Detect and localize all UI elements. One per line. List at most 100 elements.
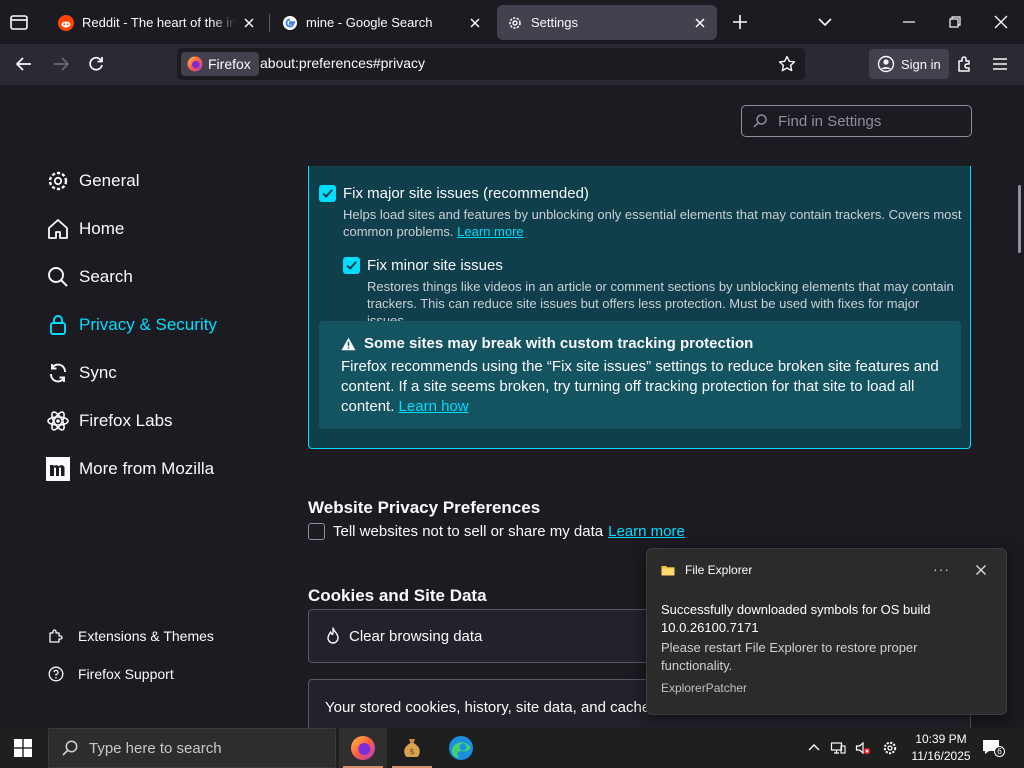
category-more-from-mozilla[interactable]: More from Mozilla xyxy=(46,454,214,484)
help-icon xyxy=(48,666,64,682)
taskbar-firefox[interactable] xyxy=(339,728,387,768)
tab-reddit[interactable]: Reddit - The heart of the internet xyxy=(48,5,266,40)
labs-icon xyxy=(47,411,69,431)
do-not-sell-checkbox[interactable] xyxy=(308,523,325,540)
sidebar-footer-label: Firefox Support xyxy=(78,666,174,682)
checkmark-icon xyxy=(346,261,357,270)
search-icon xyxy=(62,740,78,756)
fix-major-label[interactable]: Fix major site issues (recommended) xyxy=(343,185,589,202)
taskbar-search-input[interactable]: Type here to search xyxy=(48,728,336,768)
firefox-logo-icon xyxy=(187,56,203,72)
search-icon xyxy=(753,114,767,128)
sign-in-button[interactable]: Sign in xyxy=(869,49,949,79)
category-home[interactable]: Home xyxy=(46,214,124,244)
new-tab-icon[interactable] xyxy=(730,12,750,32)
clear-browsing-data-button[interactable]: Clear browsing data xyxy=(325,627,482,645)
gear-icon[interactable] xyxy=(882,740,898,756)
notification-count: 6 xyxy=(994,746,1005,757)
windows-taskbar: Type here to search $ 10:39 PM 11/16/202… xyxy=(0,728,1024,768)
fix-major-desc-text: Helps load sites and features by unblock… xyxy=(343,207,962,239)
category-search[interactable]: Search xyxy=(46,262,133,292)
fix-minor-checkbox[interactable] xyxy=(343,257,360,274)
notification-app-name: File Explorer xyxy=(685,563,753,577)
warning-title: Some sites may break with custom trackin… xyxy=(341,335,753,352)
category-sidebar: General Home Search Privacy & Security S… xyxy=(0,85,270,728)
clear-browsing-data-label: Clear browsing data xyxy=(349,627,483,645)
category-label: Search xyxy=(79,267,133,286)
edge-icon xyxy=(449,736,473,760)
custom-warning-box: Some sites may break with custom trackin… xyxy=(319,321,961,429)
notification-source: ExplorerPatcher xyxy=(661,681,748,695)
url-bar[interactable]: Firefox about:preferences#privacy xyxy=(177,48,805,80)
sidebar-extensions-themes[interactable]: Extensions & Themes xyxy=(48,628,214,644)
fix-major-checkbox[interactable] xyxy=(319,185,336,202)
notification-app-row: File Explorer xyxy=(661,563,752,577)
folder-icon xyxy=(661,566,675,576)
close-window-icon[interactable] xyxy=(991,12,1011,32)
category-label: More from Mozilla xyxy=(79,459,215,478)
firefox-logo-icon xyxy=(351,736,375,760)
fix-major-learn-more-link[interactable]: Learn more xyxy=(457,224,523,239)
notification-detail: Please restart File Explorer to restore … xyxy=(661,640,918,673)
puzzle-icon xyxy=(49,629,63,643)
close-icon[interactable] xyxy=(242,16,256,30)
category-sync[interactable]: Sync xyxy=(46,358,117,388)
close-icon[interactable] xyxy=(974,563,988,577)
firefox-view-icon[interactable] xyxy=(8,12,30,32)
tab-settings[interactable]: Settings xyxy=(497,5,717,40)
do-not-sell-row: Tell websites not to sell or share my da… xyxy=(308,523,685,540)
reload-icon[interactable] xyxy=(86,54,106,74)
nav-bar: Firefox about:preferences#privacy Sign i… xyxy=(0,44,1024,85)
forward-icon[interactable] xyxy=(51,54,71,74)
minimize-icon[interactable] xyxy=(899,12,919,32)
back-icon[interactable] xyxy=(14,54,34,74)
url-text[interactable]: about:preferences#privacy xyxy=(260,55,425,71)
notification-more-button[interactable]: ··· xyxy=(933,561,950,577)
category-general[interactable]: General xyxy=(46,166,139,196)
custom-tracking-panel: Fix major site issues (recommended) Help… xyxy=(308,166,971,449)
category-label: Privacy & Security xyxy=(79,315,217,334)
chevron-down-icon[interactable] xyxy=(816,14,834,30)
tab-strip: Reddit - The heart of the internet mine … xyxy=(0,0,1024,44)
notification-toast[interactable]: File Explorer ··· Successfully downloade… xyxy=(646,548,1007,715)
category-privacy[interactable]: Privacy & Security xyxy=(46,310,217,340)
fire-icon xyxy=(327,627,339,644)
category-label: Firefox Labs xyxy=(79,411,173,430)
do-not-sell-learn-more-link[interactable]: Learn more xyxy=(608,523,685,540)
money-bag-icon: $ xyxy=(404,739,420,758)
menu-hamburger-icon[interactable] xyxy=(990,54,1010,74)
volume-muted-icon[interactable] xyxy=(855,740,871,756)
chevron-up-icon[interactable] xyxy=(806,740,822,756)
sidebar-firefox-support[interactable]: Firefox Support xyxy=(48,666,174,682)
taskbar-app-bag[interactable]: $ xyxy=(388,728,436,768)
find-placeholder: Find in Settings xyxy=(778,112,882,130)
sync-icon xyxy=(50,363,66,383)
fix-minor-label[interactable]: Fix minor site issues xyxy=(367,257,503,274)
do-not-sell-label[interactable]: Tell websites not to sell or share my da… xyxy=(333,523,603,540)
cookies-heading: Cookies and Site Data xyxy=(308,586,487,605)
close-icon[interactable] xyxy=(468,16,482,30)
taskbar-clock[interactable]: 10:39 PM 11/16/2025 xyxy=(910,731,972,765)
tab-google[interactable]: mine - Google Search xyxy=(272,5,492,40)
restore-icon[interactable] xyxy=(945,12,965,32)
gear-icon xyxy=(509,16,521,29)
find-in-settings-input[interactable]: Find in Settings xyxy=(741,105,972,137)
taskbar-edge[interactable] xyxy=(437,728,485,768)
identity-box[interactable]: Firefox xyxy=(181,52,259,76)
network-icon[interactable] xyxy=(830,740,846,756)
search-icon xyxy=(48,267,68,287)
close-icon[interactable] xyxy=(693,16,707,30)
sign-in-label: Sign in xyxy=(901,56,941,72)
reddit-icon xyxy=(58,14,74,31)
tab-title: Reddit - The heart of the internet xyxy=(82,15,236,30)
svg-text:$: $ xyxy=(409,747,414,756)
action-center-button[interactable]: 6 xyxy=(982,738,1005,758)
windows-start-icon[interactable] xyxy=(14,739,32,757)
learn-how-link[interactable]: Learn how xyxy=(399,398,469,415)
bookmark-star-icon[interactable] xyxy=(777,54,797,74)
clock-date: 11/16/2025 xyxy=(911,749,971,763)
scrollbar-thumb[interactable] xyxy=(1018,185,1021,253)
sidebar-footer-label: Extensions & Themes xyxy=(78,628,214,644)
extensions-puzzle-icon[interactable] xyxy=(955,54,975,74)
category-firefox-labs[interactable]: Firefox Labs xyxy=(46,406,173,436)
